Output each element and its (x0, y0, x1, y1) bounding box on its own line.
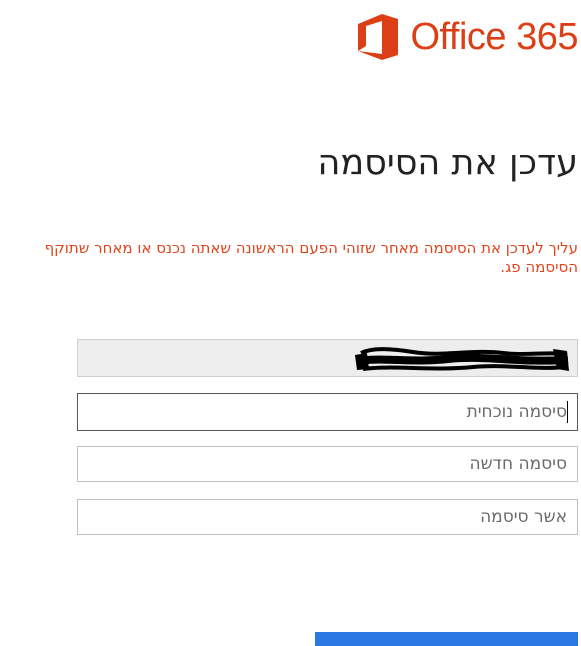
submit-button-label: עדכן את הסיסמה והיכנס (329, 634, 564, 646)
office-logo-icon (358, 14, 399, 60)
user-id-field (77, 339, 578, 377)
new-password-input[interactable] (77, 446, 578, 482)
update-password-and-sign-in-button[interactable]: עדכן את הסיסמה והיכנס (315, 632, 578, 646)
current-password-input[interactable] (77, 393, 578, 431)
logo-text: Office 365 (410, 16, 578, 58)
password-expired-notice: עליך לעדכן את הסיסמה מאחר שזוהי הפעם הרא… (44, 239, 578, 276)
text-cursor (567, 401, 568, 423)
page-title: עדכן את הסיסמה (317, 143, 578, 183)
office-365-logo: Office 365 (356, 12, 578, 62)
password-update-page: Office 365 עדכן את הסיסמה עליך לעדכן את … (0, 0, 581, 646)
confirm-password-input[interactable] (77, 499, 578, 535)
